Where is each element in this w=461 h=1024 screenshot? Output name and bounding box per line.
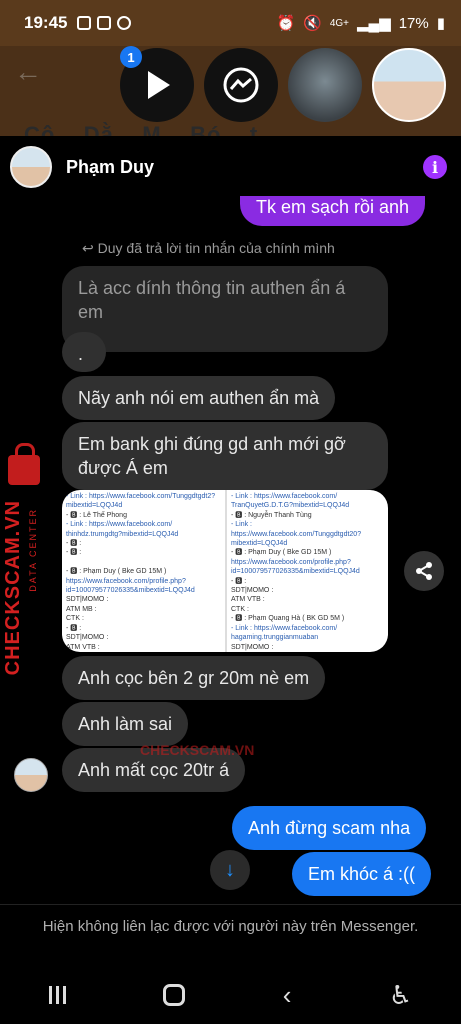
battery-icon: ▮ [436, 15, 445, 32]
image-text-line: TranQuyetG.D.T.G?mibextid=LQQJ4d [231, 502, 350, 510]
received-message[interactable]: Em bank ghi đúng gd anh mới gỡ được Á em [62, 422, 388, 490]
image-text-line: SDT|MOMO : [231, 587, 274, 595]
image-text-line: ATM VTB : [66, 643, 100, 651]
back-arrow-icon[interactable]: ← [14, 56, 42, 88]
check-icon [97, 16, 112, 30]
system-nav-bar: ‹ ♿ [0, 966, 461, 1024]
chat-head-active[interactable] [372, 48, 446, 122]
received-message[interactable]: Anh cọc bên 2 gr 20m nè em [62, 656, 326, 700]
contact-name[interactable]: Phạm Duy [66, 157, 154, 178]
image-text-line: - 🅱 : [231, 577, 247, 585]
signal-icon: ▂▄▆ [357, 15, 391, 32]
image-text-line: CTK : [231, 605, 249, 613]
image-text-line: SDT|MOMO : [66, 596, 109, 604]
image-text-line: - 🅱 : Phạm Quang Hà ( BK GD 5M ) [231, 615, 345, 623]
image-text-line: - Link : https://www.facebook.com/ [231, 624, 338, 632]
received-message[interactable]: Nãy anh nói em authen ẩn mà [62, 376, 336, 420]
image-text-line: - 🅱 : Phạm Duy ( Bke GD 15M ) [66, 568, 167, 576]
image-text-line: ATM VTB : [231, 596, 265, 604]
image-text-line: ATM MB : [66, 605, 97, 613]
received-message[interactable]: Anh làm sai [62, 702, 189, 746]
recent-apps-icon[interactable] [48, 986, 66, 1004]
image-text-line: - Link : https://www.facebook.com/ [231, 493, 338, 500]
status-bar: 19:45 ⏰ 🔇 4G+ ▂▄▆ 17% ▮ [0, 0, 461, 46]
image-text-line: id=100079577026335&mibextid=LQQJ4d [231, 568, 360, 576]
messenger-icon [117, 16, 132, 30]
image-text-line: SDT|MOMO : [66, 634, 109, 642]
reply-note-text: Duy đã trả lời tin nhắn của chính mình [97, 240, 335, 256]
gallery-icon [77, 16, 92, 30]
image-text-line: - 🅱 : Phạm Duy ( Bke GD 15M ) [231, 549, 332, 557]
image-text-line: thinhdz.trumgdtg?mibextid=LQQJ4d [66, 530, 179, 538]
mute-icon: 🔇 [303, 15, 322, 32]
network-label: 4G+ [329, 17, 349, 29]
back-icon[interactable]: ‹ [283, 980, 292, 1011]
chat-header: Phạm Duy i [0, 136, 461, 198]
scroll-down-icon[interactable]: ↓ [210, 850, 250, 890]
received-message[interactable]: . [62, 332, 106, 372]
image-text-line: id=100079577026335&mibextid=LQQJ4d [66, 587, 195, 595]
notification-badge: 1 [120, 46, 142, 68]
image-message[interactable]: - Link : https://www.facebook.com/Tunggd… [62, 490, 388, 652]
chat-head-video[interactable]: 1 [120, 46, 194, 122]
play-icon [148, 71, 170, 99]
sent-message[interactable]: Tk em sạch rồi anh [240, 196, 426, 226]
chat-head-contact[interactable] [288, 48, 362, 122]
image-text-line: CTK : [66, 615, 84, 623]
watermark-lock-icon [8, 443, 40, 485]
image-text-line: - Link : https://www.facebook.com/Tunggd… [231, 521, 362, 538]
watermark-subtitle: DATA CENTER [28, 508, 38, 592]
share-icon[interactable] [404, 551, 444, 591]
clock: 19:45 [24, 13, 68, 32]
alarm-icon: ⏰ [276, 15, 296, 32]
image-text-line: mibextid=LQQJ4d [66, 502, 123, 510]
sent-message[interactable]: Em khóc á :(( [292, 852, 432, 896]
image-left-panel: - Link : https://www.facebook.com/Tunggd… [62, 490, 223, 652]
reply-icon: ↩ [82, 240, 94, 256]
image-text-line: hagaming.trunggianmuaban [231, 634, 319, 642]
image-text-line: - 🅱 : [66, 624, 82, 632]
image-text-line: - 🅱 : [66, 549, 82, 557]
watermark-center: CHECKSCAM.VN [140, 742, 255, 758]
reply-note: ↩ Duy đã trả lời tin nhắn của chính mình [82, 240, 335, 257]
image-text-line: mibextid=LQQJ4d [231, 540, 288, 548]
image-text-line: - Link : https://www.facebook.com/ [66, 521, 173, 529]
battery-level: 17% [398, 14, 429, 32]
image-text-line: SDT|MOMO : [231, 643, 274, 651]
image-right-panel: - Link : https://www.facebook.com/TranQu… [225, 490, 388, 652]
watermark-brand: CHECKSCAM.VN [2, 500, 24, 676]
chat-heads: 1 [120, 46, 446, 122]
image-text-line: - 🅱 : Lê Thế Phong [66, 511, 127, 519]
info-icon[interactable]: i [423, 155, 447, 179]
home-icon[interactable] [163, 984, 186, 1006]
image-text-line: - 🅱 : [66, 540, 82, 548]
messenger-bolt-icon [223, 67, 259, 103]
quoted-message[interactable]: Là acc dính thông tin authen ẩn á em [62, 266, 388, 352]
sender-avatar[interactable] [14, 758, 48, 792]
avatar[interactable] [10, 146, 52, 188]
image-text-line: https://www.facebook.com/profile.php? [66, 577, 186, 585]
chat-head-messenger[interactable] [204, 48, 278, 122]
image-text-line: - 🅱 : Nguyễn Thanh Tùng [231, 511, 312, 519]
accessibility-icon[interactable]: ♿ [389, 980, 412, 1011]
sent-message[interactable]: Anh đừng scam nha [232, 806, 427, 850]
image-text-line [66, 558, 219, 567]
image-text-line: - Link : https://www.facebook.com/Tunggd… [66, 493, 216, 500]
unavailable-notice: Hiện không liên lạc được với người này t… [0, 904, 461, 966]
image-text-line: https://www.facebook.com/profile.php? [231, 558, 351, 566]
